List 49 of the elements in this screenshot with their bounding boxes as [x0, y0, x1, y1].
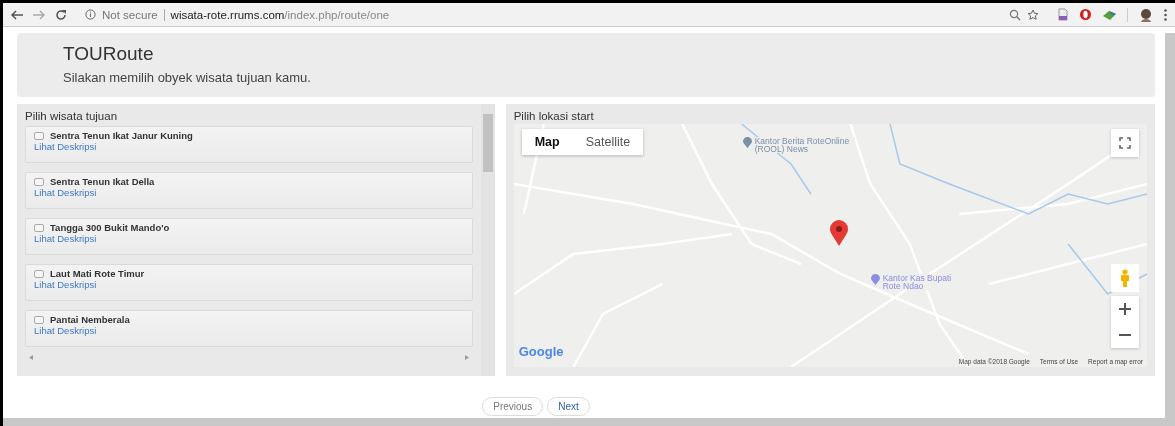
zoom-icon[interactable]: [1009, 8, 1021, 21]
description-link[interactable]: Lihat Deskripsi: [34, 279, 464, 290]
gem-icon[interactable]: [1102, 8, 1117, 21]
destination-name: Sentra Tenun Ikat Della: [50, 176, 155, 187]
vertical-scrollbar[interactable]: [480, 104, 495, 376]
panel-title: Pilih lokasi start: [513, 110, 595, 122]
description-link[interactable]: Lihat Deskripsi: [34, 187, 464, 198]
destination-name: Sentra Tenun Ikat Janur Kuning: [50, 130, 193, 141]
security-label: Not secure: [102, 8, 158, 21]
destination-name: Tangga 300 Bukit Mando'o: [50, 222, 170, 233]
profile-icon[interactable]: [1138, 7, 1154, 22]
back-icon[interactable]: [11, 9, 23, 20]
place-label: Kantor Kas Bupati Rote Ndao: [882, 274, 953, 290]
reload-icon[interactable]: [55, 8, 67, 21]
zoom-in-button[interactable]: [1111, 296, 1139, 322]
description-link[interactable]: Lihat Deskripsi: [34, 325, 464, 336]
scroll-right-icon[interactable]: [464, 354, 469, 360]
checkbox[interactable]: [34, 177, 44, 186]
checkbox[interactable]: [34, 315, 44, 324]
app-title: TOURoute: [63, 43, 155, 65]
description-link[interactable]: Lihat Deskripsi: [34, 141, 464, 152]
checkbox[interactable]: [34, 223, 44, 232]
star-icon[interactable]: [1027, 8, 1039, 21]
fullscreen-button[interactable]: [1111, 129, 1139, 157]
checkbox[interactable]: [34, 269, 44, 278]
map-logo: Google: [518, 344, 564, 359]
destination-name: Laut Mati Rote Timur: [50, 268, 145, 279]
page-scrollbar[interactable]: [1165, 33, 1175, 418]
pager-button[interactable]: Next: [547, 397, 590, 416]
page-horizontal-scrollbar[interactable]: [3, 418, 1175, 426]
fullscreen-icon: [1119, 137, 1131, 149]
url-text: wisata-rote.rrums.com/index.php/route/one: [170, 8, 390, 21]
menu-icon[interactable]: [1164, 8, 1167, 21]
destination-name: Pantai Nemberala: [50, 314, 130, 325]
plus-icon: [1119, 303, 1131, 315]
zoom-out-button[interactable]: [1111, 322, 1139, 348]
location-pin-icon[interactable]: [829, 220, 848, 246]
scroll-left-icon[interactable]: [29, 354, 33, 360]
place-label: Kantor Berita RoteOnline (ROOL) News: [754, 137, 855, 153]
map-type-tab[interactable]: Map: [521, 129, 573, 155]
person-icon: [1119, 269, 1131, 287]
description-link[interactable]: Lihat Deskripsi: [34, 233, 464, 244]
forward-icon[interactable]: [33, 9, 45, 20]
app-subtitle: Silakan memilih obyek wisata tujuan kamu.: [63, 70, 312, 85]
info-icon: [85, 9, 96, 20]
document-icon[interactable]: [1057, 8, 1069, 21]
map-type-tab[interactable]: Satellite: [572, 129, 644, 155]
checkbox[interactable]: [34, 131, 44, 140]
panel-title: Pilih wisata tujuan: [25, 110, 119, 122]
